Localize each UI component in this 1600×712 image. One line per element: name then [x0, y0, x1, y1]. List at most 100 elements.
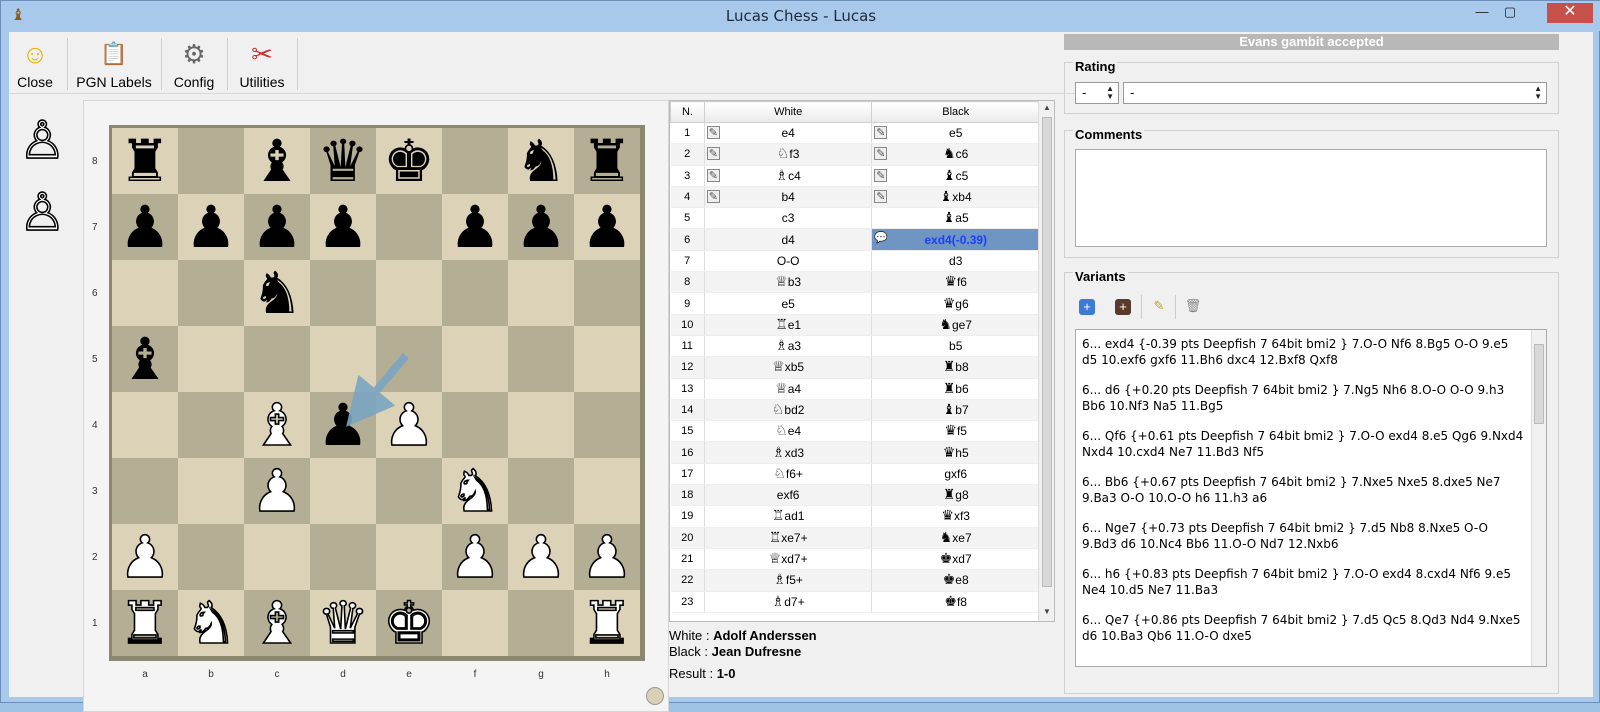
- white-knight-icon[interactable]: ♞: [178, 589, 244, 657]
- white-move[interactable]: ✎ ♘f3: [704, 143, 873, 166]
- square-e6[interactable]: [376, 260, 442, 326]
- square-d2[interactable]: [310, 524, 376, 590]
- table-row[interactable]: 18 exf6 ♜g8: [670, 484, 1040, 507]
- edit-variant-icon[interactable]: ✎: [1149, 297, 1169, 317]
- white-move[interactable]: ♖e1: [704, 314, 873, 336]
- square-e3[interactable]: [376, 458, 442, 524]
- config-button[interactable]: ⚙ Config: [171, 38, 217, 92]
- black-pawn-icon[interactable]: ♟: [178, 194, 244, 260]
- square-b5[interactable]: [178, 326, 244, 392]
- white-move[interactable]: exf6: [704, 484, 873, 507]
- square-g3[interactable]: [508, 458, 574, 524]
- black-pawn-icon[interactable]: ♟: [442, 194, 508, 260]
- scroll-down-icon[interactable]: ▼: [1041, 607, 1053, 619]
- white-move[interactable]: e5: [704, 292, 873, 315]
- square-g1[interactable]: [508, 590, 574, 656]
- square-f6[interactable]: [442, 260, 508, 326]
- variants-list[interactable]: 6... exd4 {-0.39 pts Deepfish 7 64bit bm…: [1075, 329, 1547, 667]
- square-h5[interactable]: [574, 326, 640, 392]
- square-e2[interactable]: [376, 524, 442, 590]
- white-move[interactable]: ♕b3: [704, 271, 873, 294]
- table-row[interactable]: 22 ♗f5+ ♚e8: [670, 569, 1040, 592]
- variant-line[interactable]: 6... h6 {+0.83 pts Deepfish 7 64bit bmi2…: [1076, 566, 1546, 598]
- black-queen-icon[interactable]: ♛: [310, 128, 376, 194]
- black-move[interactable]: ♚e8: [871, 569, 1040, 592]
- white-rook-icon[interactable]: ♜: [574, 589, 640, 657]
- white-move[interactable]: ♗f5+: [704, 569, 873, 592]
- square-b3[interactable]: [178, 458, 244, 524]
- white-move[interactable]: c3: [704, 207, 873, 230]
- square-g4[interactable]: [508, 392, 574, 458]
- square-d6[interactable]: [310, 260, 376, 326]
- table-row[interactable]: 10 ♖e1 ♞ge7: [670, 314, 1040, 336]
- square-g6[interactable]: [508, 260, 574, 326]
- table-row[interactable]: 8 ♕b3 ♛f6: [670, 271, 1040, 294]
- table-row[interactable]: 9 e5 ♛g6: [670, 292, 1040, 315]
- square-a6[interactable]: [112, 260, 178, 326]
- black-move[interactable]: ♜g8: [871, 484, 1040, 507]
- add-variant-button[interactable]: +: [1079, 299, 1095, 315]
- square-b4[interactable]: [178, 392, 244, 458]
- black-move[interactable]: ♝b7: [871, 399, 1040, 422]
- square-b8[interactable]: [178, 128, 244, 194]
- rating-spinbox[interactable]: - ▲ ▼: [1075, 82, 1119, 104]
- table-row[interactable]: 6 d4 💬 exd4(-0.39): [670, 228, 1040, 251]
- column-header-number[interactable]: N.: [670, 101, 705, 123]
- white-move[interactable]: ♘e4: [704, 420, 873, 443]
- square-e7[interactable]: [376, 194, 442, 260]
- table-row[interactable]: 16 ♗xd3 ♛h5: [670, 441, 1040, 464]
- table-row[interactable]: 17 ♘f6+ gxf6: [670, 463, 1040, 486]
- white-move[interactable]: ✎ ♗c4: [704, 165, 873, 187]
- table-row[interactable]: 1 ✎ e4 ✎ e5: [670, 122, 1040, 145]
- black-pawn-icon[interactable]: ♟: [310, 392, 376, 458]
- table-row[interactable]: 2 ✎ ♘f3 ✎ ♞c6: [670, 143, 1040, 166]
- black-move[interactable]: ✎ e5: [871, 122, 1040, 145]
- black-pawn-icon[interactable]: ♟: [244, 194, 310, 260]
- close-window-button[interactable]: ✕: [1547, 3, 1593, 23]
- black-rook-icon[interactable]: ♜: [574, 128, 640, 194]
- white-move[interactable]: ♖ad1: [704, 505, 873, 528]
- white-move[interactable]: ♕xb5: [704, 356, 873, 379]
- table-row[interactable]: 14 ♘bd2 ♝b7: [670, 399, 1040, 422]
- table-row[interactable]: 11 ♗a3 b5: [670, 335, 1040, 358]
- square-h6[interactable]: [574, 260, 640, 326]
- white-pawn-icon[interactable]: ♟: [244, 457, 310, 525]
- white-move[interactable]: ♘f6+: [704, 463, 873, 486]
- white-move[interactable]: ♕a4: [704, 378, 873, 400]
- square-d5[interactable]: [310, 326, 376, 392]
- square-h3[interactable]: [574, 458, 640, 524]
- black-move[interactable]: ✎ ♝xb4: [871, 186, 1040, 209]
- table-row[interactable]: 4 ✎ b4 ✎ ♝xb4: [670, 186, 1040, 209]
- black-move[interactable]: ♛f6: [871, 271, 1040, 294]
- square-f8[interactable]: [442, 128, 508, 194]
- white-move[interactable]: ✎ e4: [704, 122, 873, 145]
- white-move[interactable]: ♗xd3: [704, 441, 873, 464]
- black-move[interactable]: 💬 exd4(-0.39): [871, 228, 1040, 251]
- white-move[interactable]: ♗a3: [704, 335, 873, 358]
- table-row[interactable]: 19 ♖ad1 ♛xf3: [670, 505, 1040, 528]
- black-knight-icon[interactable]: ♞: [244, 260, 310, 326]
- white-move[interactable]: ♗d7+: [704, 591, 873, 613]
- black-rook-icon[interactable]: ♜: [112, 128, 178, 194]
- square-c5[interactable]: [244, 326, 310, 392]
- square-f4[interactable]: [442, 392, 508, 458]
- black-move[interactable]: ♞ge7: [871, 314, 1040, 336]
- add-engine-variant-button[interactable]: +: [1115, 299, 1131, 315]
- black-move[interactable]: b5: [871, 335, 1040, 358]
- variant-line[interactable]: 6... exd4 {-0.39 pts Deepfish 7 64bit bm…: [1076, 336, 1546, 368]
- table-row[interactable]: 13 ♕a4 ♜b6: [670, 378, 1040, 400]
- square-a4[interactable]: [112, 392, 178, 458]
- column-header-white[interactable]: White: [703, 101, 873, 123]
- square-a3[interactable]: [112, 458, 178, 524]
- black-move[interactable]: ♚f8: [871, 591, 1040, 613]
- black-move[interactable]: ♝a5: [871, 207, 1040, 230]
- white-pawn-icon[interactable]: ♟: [508, 523, 574, 591]
- white-rook-icon[interactable]: ♜: [112, 589, 178, 657]
- white-bishop-icon[interactable]: ♝: [244, 589, 310, 657]
- black-move[interactable]: gxf6: [871, 463, 1040, 486]
- black-pawn-icon[interactable]: ♟: [508, 194, 574, 260]
- comments-textarea[interactable]: [1075, 149, 1547, 247]
- white-move[interactable]: ♖xe7+: [704, 527, 873, 549]
- table-row[interactable]: 20 ♖xe7+ ♞xe7: [670, 527, 1040, 549]
- rating-combobox[interactable]: - ▲ ▼: [1123, 82, 1547, 104]
